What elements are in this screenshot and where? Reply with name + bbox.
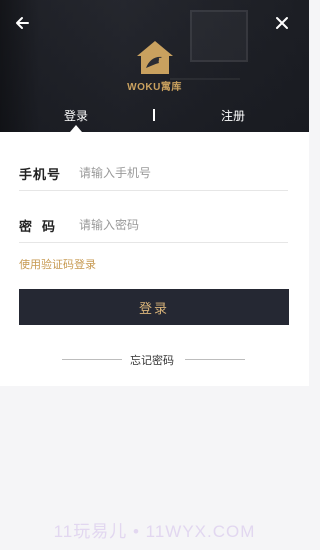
tab-register[interactable]: 注册 — [221, 107, 245, 124]
background-picture-frame — [190, 10, 248, 62]
forgot-password-row: 忘记密码 — [0, 350, 309, 368]
login-form: 手机号 密码 使用验证码登录 登录 忘记密码 — [0, 132, 309, 386]
sms-login-link[interactable]: 使用验证码登录 — [19, 256, 96, 272]
close-button[interactable] — [269, 10, 295, 36]
phone-input[interactable] — [79, 160, 284, 186]
phone-label: 手机号 — [19, 167, 62, 182]
phone-field: 手机号 — [19, 157, 288, 191]
password-field: 密码 — [19, 209, 288, 243]
brand-logo: WOKU寓库 — [115, 40, 195, 93]
password-input[interactable] — [79, 212, 284, 238]
forgot-password-link[interactable]: 忘记密码 — [130, 352, 174, 368]
close-icon — [276, 17, 288, 29]
back-button[interactable] — [9, 10, 35, 36]
tab-login[interactable]: 登录 — [64, 107, 88, 124]
brand-name: WOKU寓库 — [127, 82, 182, 93]
auth-tabs: 登录 注册 — [0, 104, 309, 132]
login-button[interactable]: 登录 — [19, 289, 289, 325]
divider-right — [185, 359, 245, 360]
password-label: 密码 — [19, 219, 66, 234]
arrow-left-icon — [16, 17, 29, 29]
tab-divider — [153, 109, 155, 121]
house-bird-logo — [136, 41, 173, 74]
active-tab-indicator — [70, 125, 82, 132]
divider-left — [62, 359, 122, 360]
watermark: 11玩易儿 • 11WYX.COM — [53, 522, 256, 541]
hero-banner: WOKU寓库 登录 注册 — [0, 0, 309, 132]
